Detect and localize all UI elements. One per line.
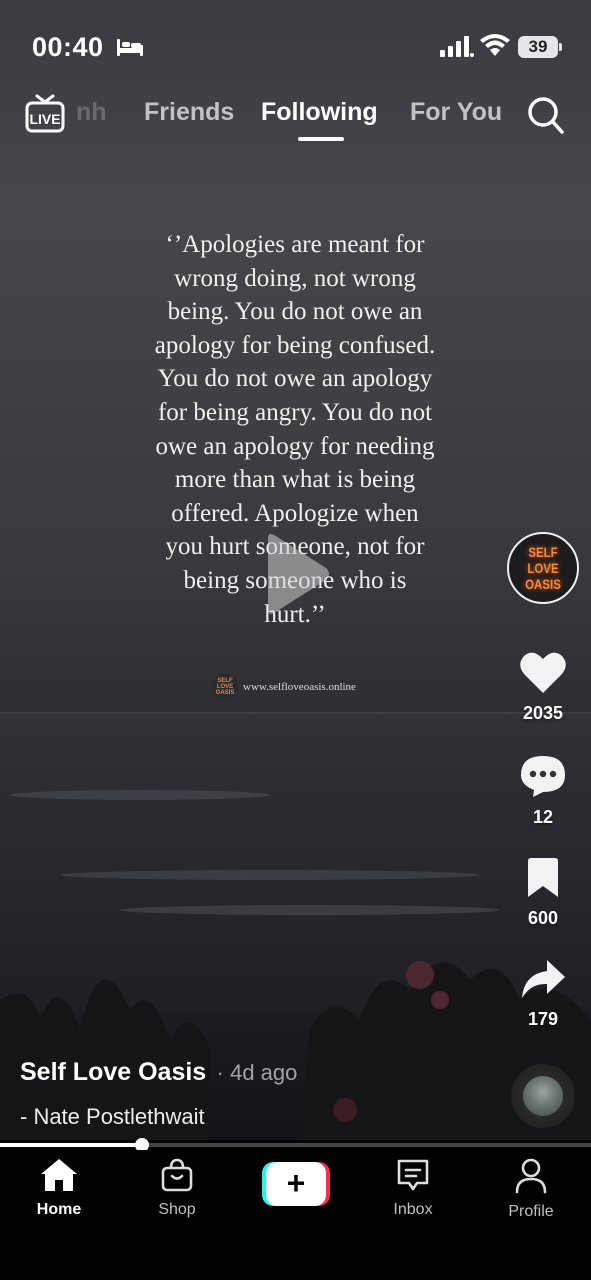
watermark: SELF LOVE OASIS www.selfloveoasis.online — [212, 674, 412, 702]
wifi-icon — [480, 34, 510, 56]
watermark-logo: SELF LOVE OASIS — [212, 674, 238, 700]
music-disc[interactable] — [511, 1064, 575, 1128]
like-count: 2035 — [522, 703, 564, 723]
comment-count: 12 — [532, 807, 554, 827]
wave — [60, 870, 480, 880]
live-icon[interactable]: LIVE — [24, 94, 66, 134]
wave — [10, 790, 270, 800]
progress-fill — [0, 1143, 142, 1147]
bottom-nav: Home Shop + Inbox Profile — [0, 1150, 591, 1280]
tab-partial[interactable]: nh — [76, 98, 107, 127]
creator-avatar-text: SELF LOVE OASIS — [525, 544, 561, 592]
foliage-silhouette — [0, 961, 591, 1140]
battery-tip — [559, 43, 562, 51]
inbox-icon — [397, 1159, 429, 1191]
svg-text:LIVE: LIVE — [29, 111, 60, 127]
progress-bar[interactable] — [0, 1138, 591, 1152]
caption: Self Love Oasis · 4d ago — [20, 1058, 500, 1087]
tab-active-indicator — [298, 137, 344, 141]
bookmark-button[interactable]: 600 — [505, 857, 581, 929]
top-nav: LIVE nh Friends Following For You — [0, 92, 591, 148]
horizon-line — [0, 712, 591, 714]
battery-icon: 39 — [518, 36, 558, 58]
home-icon — [41, 1159, 77, 1191]
bookmark-count: 600 — [527, 908, 559, 928]
nav-inbox-label: Inbox — [393, 1201, 433, 1218]
status-bar: 00:40 39 — [0, 0, 591, 90]
tab-for-you[interactable]: For You — [410, 98, 502, 127]
tab-friends[interactable]: Friends — [144, 98, 234, 127]
play-icon[interactable] — [262, 532, 332, 616]
post-age: · 4d ago — [216, 1060, 298, 1085]
search-icon[interactable] — [527, 95, 565, 135]
heart-icon — [520, 652, 566, 693]
bookmark-icon — [528, 858, 558, 897]
creator-avatar[interactable]: SELF LOVE OASIS — [507, 532, 579, 604]
nav-inbox[interactable]: Inbox — [363, 1158, 463, 1219]
watermark-url: www.selfloveoasis.online — [243, 681, 356, 693]
tab-following[interactable]: Following — [261, 98, 378, 127]
nav-shop[interactable]: Shop — [127, 1158, 227, 1219]
nav-profile-label: Profile — [508, 1203, 554, 1220]
like-button[interactable]: 2035 — [505, 650, 581, 724]
share-count: 179 — [527, 1009, 559, 1029]
share-button[interactable]: 179 — [505, 958, 581, 1030]
comment-button[interactable]: 12 — [505, 754, 581, 828]
nav-home-label: Home — [36, 1201, 82, 1218]
share-icon — [522, 960, 565, 998]
status-time: 00:40 — [32, 32, 104, 62]
nav-shop-label: Shop — [158, 1201, 196, 1218]
comment-icon — [521, 756, 565, 797]
creator-name[interactable]: Self Love Oasis — [20, 1058, 206, 1086]
create-button[interactable]: + — [262, 1162, 330, 1206]
bed-icon — [117, 39, 143, 56]
music-thumbnail — [523, 1076, 563, 1116]
post-description[interactable]: - Nate Postlethwait — [20, 1104, 205, 1130]
cellular-signal-icon — [440, 36, 474, 57]
nav-home[interactable]: Home — [9, 1158, 109, 1219]
plus-icon: + — [286, 1165, 306, 1201]
shop-bag-icon — [161, 1158, 193, 1192]
profile-icon — [515, 1158, 547, 1194]
nav-profile[interactable]: Profile — [481, 1158, 581, 1221]
video-player[interactable]: ‘’Apologies are meant for wrong doing, n… — [0, 0, 591, 1140]
